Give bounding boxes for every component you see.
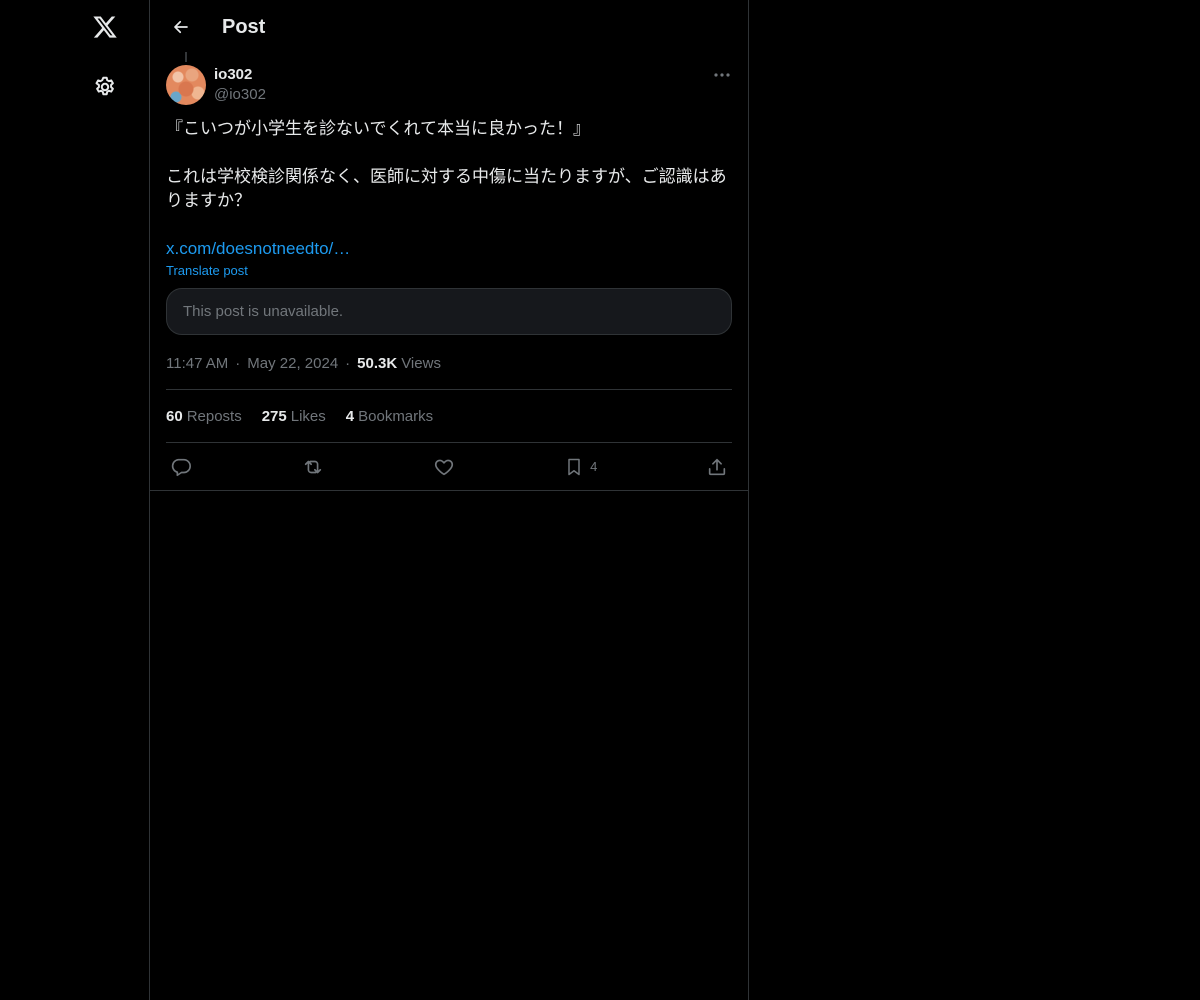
like-button[interactable] bbox=[433, 456, 455, 478]
views-label: Views bbox=[401, 354, 441, 372]
post-date[interactable]: May 22, 2024 bbox=[247, 355, 338, 372]
bookmark-icon bbox=[568, 458, 580, 475]
divider bbox=[150, 490, 748, 491]
translate-post-link[interactable]: Translate post bbox=[166, 263, 732, 278]
likes-label: Likes bbox=[290, 407, 326, 425]
likes-stat[interactable]: 275 Likes bbox=[262, 408, 326, 425]
bookmarks-stat[interactable]: 4 Bookmarks bbox=[346, 408, 433, 425]
author-handle[interactable]: @io302 bbox=[214, 85, 266, 105]
reposts-label: Reposts bbox=[186, 407, 242, 425]
arrow-left-icon bbox=[174, 20, 188, 34]
app-root: Post io302 @io302 『こいつが小学生を診ないでくれて本当に良かっ… bbox=[0, 0, 1200, 1000]
bookmark-button[interactable]: 4 bbox=[564, 456, 597, 478]
post-author-row: io302 @io302 bbox=[166, 54, 732, 110]
bookmarks-label: Bookmarks bbox=[358, 407, 434, 425]
meta-separator: · bbox=[235, 354, 241, 372]
repost-icon bbox=[304, 460, 321, 473]
share-icon bbox=[708, 458, 726, 475]
post-link[interactable]: x.com/doesnotneedto/… bbox=[166, 237, 732, 261]
views-count: 50.3K bbox=[357, 354, 398, 372]
bookmark-count: 4 bbox=[590, 459, 598, 474]
back-button[interactable] bbox=[164, 10, 198, 44]
post-time[interactable]: 11:47 AM bbox=[166, 355, 228, 372]
more-horizontal-icon bbox=[714, 73, 730, 77]
meta-separator: · bbox=[345, 354, 351, 372]
x-logo-icon bbox=[93, 16, 117, 38]
reply-icon bbox=[171, 458, 191, 476]
reposts-count: 60 bbox=[166, 407, 183, 425]
author-names: io302 @io302 bbox=[214, 65, 266, 105]
left-sidebar bbox=[0, 0, 150, 1000]
author-display-name[interactable]: io302 bbox=[214, 65, 266, 85]
likes-count: 275 bbox=[261, 407, 287, 425]
post-stats: 60 Reposts 275 Likes 4 Bookmarks bbox=[166, 390, 732, 442]
post-meta: 11:47 AM · May 22, 2024 · 50.3K Views bbox=[166, 353, 732, 373]
x-logo-link[interactable] bbox=[81, 3, 129, 51]
reply-button[interactable] bbox=[170, 456, 192, 478]
quoted-post-unavailable: This post is unavailable. bbox=[166, 288, 732, 335]
reposts-stat[interactable]: 60 Reposts bbox=[166, 408, 242, 425]
more-options-button[interactable] bbox=[712, 65, 732, 85]
thread-line bbox=[185, 52, 187, 62]
page-title: Post bbox=[222, 15, 266, 38]
settings-button[interactable] bbox=[81, 63, 129, 111]
main-column: Post io302 @io302 『こいつが小学生を診ないでくれて本当に良かっ… bbox=[149, 0, 749, 1000]
page-header: Post bbox=[150, 0, 748, 54]
gear-icon bbox=[95, 76, 114, 96]
post-detail: io302 @io302 『こいつが小学生を診ないでくれて本当に良かった！』 こ… bbox=[150, 52, 748, 491]
avatar[interactable] bbox=[166, 65, 206, 105]
heart-icon bbox=[435, 459, 454, 475]
repost-button[interactable] bbox=[301, 456, 325, 478]
post-actions: 4 bbox=[166, 443, 732, 490]
bookmarks-count: 4 bbox=[345, 407, 355, 425]
post-text: 『こいつが小学生を診ないでくれて本当に良かった！』 これは学校検診関係なく、医師… bbox=[166, 119, 727, 210]
share-button[interactable] bbox=[706, 456, 728, 478]
